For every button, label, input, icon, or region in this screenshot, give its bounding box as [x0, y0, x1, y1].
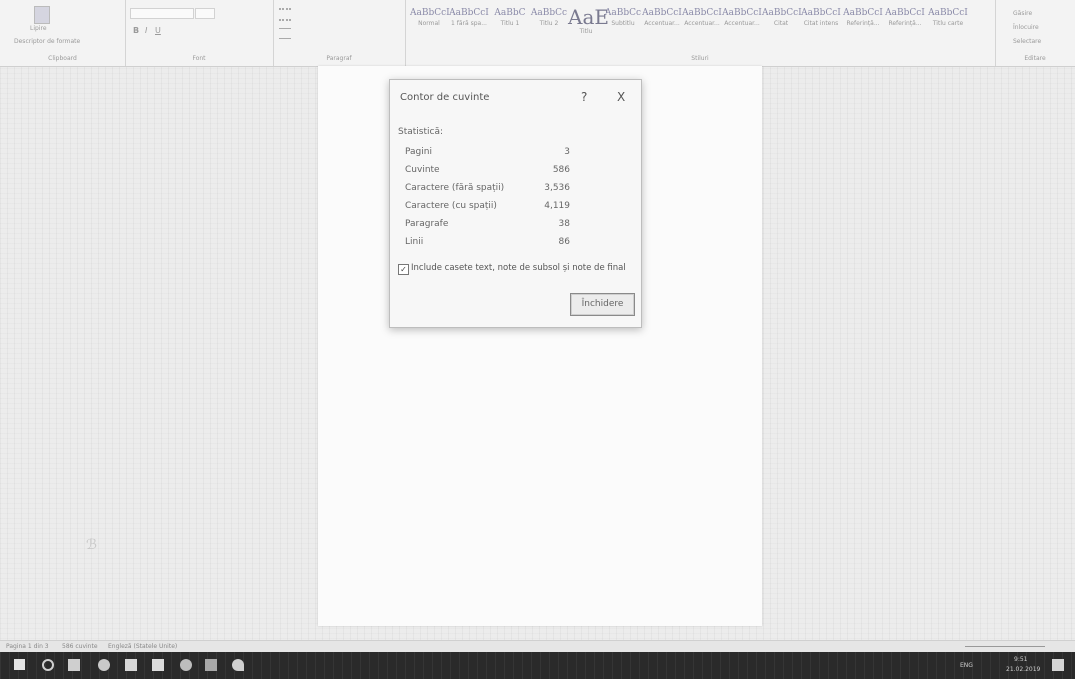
word-icon[interactable] [205, 659, 217, 671]
italic-button[interactable]: I [145, 26, 147, 35]
windows-start-icon[interactable] [14, 659, 25, 670]
notifications-icon[interactable] [1052, 659, 1064, 671]
style-item[interactable]: AaBbCcI Normal [410, 8, 450, 27]
style-item[interactable]: AaBbCcI Referință... [842, 8, 884, 27]
taskbar: ENG 9:51 21.02.2019 [0, 652, 1075, 679]
stat-row: Cuvinte 586 [405, 165, 570, 181]
clock-date[interactable]: 21.02.2019 [1006, 666, 1040, 673]
clock-time[interactable]: 9:51 [1014, 656, 1027, 663]
stat-row: Caractere (cu spații) 4,119 [405, 201, 570, 217]
close-button[interactable]: Închidere [570, 293, 635, 316]
editing-group: Găsire Înlocuire Selectare Editare [995, 0, 1075, 66]
style-item[interactable]: AaBbCcI Citat [762, 8, 802, 27]
scan-mark: ℬ [86, 537, 98, 553]
styles-group-label: Stiluri [691, 55, 709, 62]
clipboard-group: Lipire Descriptor de formate Clipboard [0, 0, 126, 66]
stat-value: 86 [558, 237, 570, 247]
select-button[interactable]: Selectare [1013, 38, 1041, 45]
style-item[interactable]: AaBbCcI 1 fără spa... [448, 8, 490, 27]
clipboard-group-label: Clipboard [48, 55, 77, 62]
dialog-title: Contor de cuvinte [400, 92, 490, 103]
style-item[interactable]: AaBbCc Titlu 2 [530, 8, 568, 27]
format-painter-button[interactable]: Descriptor de formate [14, 38, 80, 45]
style-item[interactable]: AaBbCcI Citat intens [800, 8, 842, 27]
font-size-select[interactable] [195, 8, 215, 19]
language-indicator[interactable]: ENG [960, 662, 973, 669]
font-group: B I U Font [125, 0, 274, 66]
font-group-label: Font [192, 55, 206, 62]
paragraph-group: Paragraf [273, 0, 406, 66]
stat-value: 38 [558, 219, 570, 229]
stat-label: Pagini [405, 147, 432, 157]
page-count-status[interactable]: Pagina 1 din 3 [6, 643, 49, 650]
file-explorer-icon[interactable] [125, 659, 137, 671]
stat-row: Pagini 3 [405, 147, 570, 163]
chrome-icon[interactable] [180, 659, 192, 671]
search-icon[interactable] [42, 659, 54, 671]
zoom-slider[interactable] [965, 646, 1045, 647]
style-item[interactable]: AaBbC Titlu 1 [490, 8, 530, 27]
styles-gallery: AaBbCcI Normal AaBbCcI 1 fără spa... AaBbC… [410, 7, 990, 48]
underline-button[interactable]: U [155, 26, 161, 35]
find-button[interactable]: Găsire [1013, 10, 1032, 17]
help-icon[interactable]: ? [581, 90, 587, 104]
maps-icon[interactable] [232, 659, 244, 671]
include-textboxes-checkbox[interactable]: ✓ [398, 264, 409, 275]
stat-row: Linii 86 [405, 237, 570, 253]
style-item[interactable]: AaBbCcI Titlu carte [926, 8, 970, 27]
stat-label: Paragrafe [405, 219, 449, 229]
bold-button[interactable]: B [133, 26, 139, 35]
include-textboxes-label[interactable]: Include casete text, note de subsol și n… [411, 263, 626, 273]
stat-value: 3,536 [544, 183, 570, 193]
ribbon: Lipire Descriptor de formate Clipboard B… [0, 0, 1075, 67]
style-item[interactable]: AaBbCcI Referință... [884, 8, 926, 27]
bullets-icon[interactable] [279, 8, 291, 21]
font-name-select[interactable] [130, 8, 194, 19]
stat-label: Caractere (cu spații) [405, 201, 497, 211]
checkmark-icon: ✓ [400, 265, 407, 274]
align-left-icon[interactable] [279, 28, 291, 39]
task-view-icon[interactable] [68, 659, 80, 671]
style-item[interactable]: AaBbCcI Accentuar... [682, 8, 722, 27]
replace-button[interactable]: Înlocuire [1013, 24, 1039, 31]
style-item[interactable]: AaE Titlu [568, 7, 609, 35]
stat-label: Caractere (fără spații) [405, 183, 505, 193]
stat-row: Caractere (fără spații) 3,536 [405, 183, 570, 199]
stat-value: 3 [564, 147, 570, 157]
statistics-heading: Statistică: [398, 127, 443, 137]
word-count-status[interactable]: 586 cuvinte [62, 643, 98, 650]
store-icon[interactable] [152, 659, 164, 671]
stat-row: Paragrafe 38 [405, 219, 570, 235]
paragraph-group-label: Paragraf [326, 55, 352, 62]
paste-icon[interactable] [34, 6, 50, 24]
stat-label: Cuvinte [405, 165, 440, 175]
close-icon[interactable]: X [617, 90, 625, 104]
style-item[interactable]: AaBbCcI Accentuar... [722, 8, 762, 27]
stat-value: 4,119 [544, 201, 570, 211]
paste-button[interactable]: Lipire [30, 25, 47, 32]
style-item[interactable]: AaBbCcI Accentuar... [642, 8, 682, 27]
stat-label: Linii [405, 237, 424, 247]
editing-group-label: Editare [1024, 55, 1046, 62]
stat-value: 586 [552, 165, 570, 175]
language-status[interactable]: Engleză (Statele Unite) [108, 643, 177, 650]
word-count-dialog: Contor de cuvinte ? X Statistică: Pagini… [389, 79, 642, 328]
edge-icon[interactable] [98, 659, 110, 671]
style-item[interactable]: AaBbCc Subtitlu [604, 8, 642, 27]
